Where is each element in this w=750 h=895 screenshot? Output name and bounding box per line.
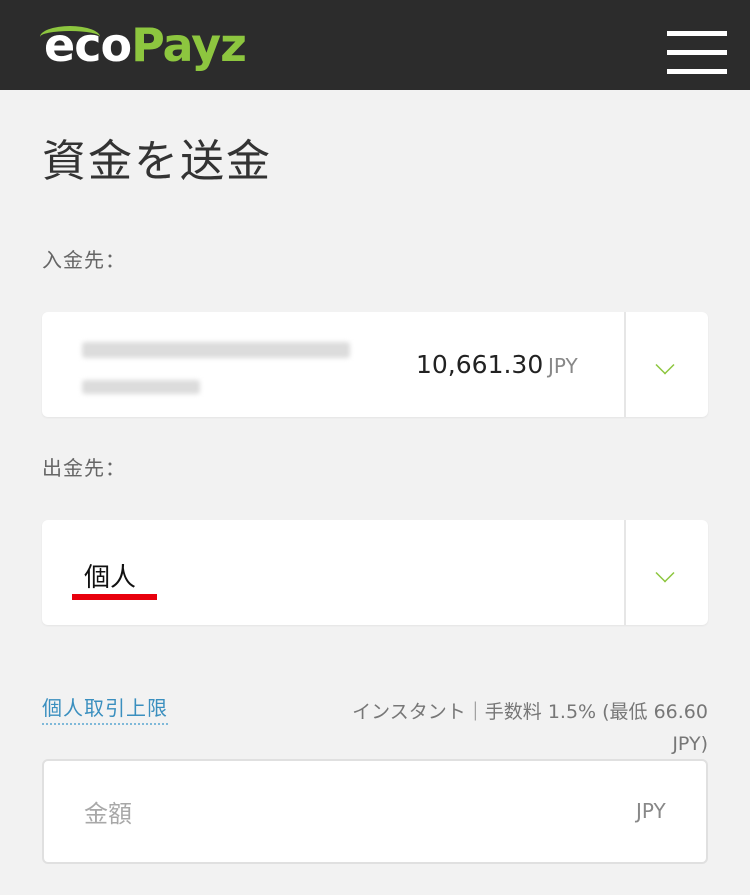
withdraw-from-label: 出金先： [42,456,126,480]
chevron-down-icon[interactable] [655,355,675,375]
redacted-account-id [82,380,200,394]
amount-currency: JPY [636,799,666,823]
amount-field[interactable]: JPY [42,759,708,864]
hamburger-menu-icon[interactable] [667,31,727,75]
menu-bar [667,31,727,36]
withdraw-from-select[interactable]: 個人 [42,520,708,625]
deposit-to-select[interactable]: 10,661.30 JPY [42,312,708,417]
ecopayz-logo[interactable]: ecoPayz [40,14,247,76]
select-divider [624,520,626,625]
redacted-account-name [82,342,350,358]
fee-info-line2: JPY) [672,733,708,755]
fee-info: インスタント｜手数料 1.5% (最低 66.60 JPY) [320,696,708,760]
app-header: ecoPayz [0,0,750,90]
personal-limit-link[interactable]: 個人取引上限 [42,692,168,725]
withdraw-from-value: 個人 [84,563,137,593]
menu-bar [667,69,727,74]
balance-currency: JPY [548,354,578,378]
logo-swoosh-icon [40,26,100,48]
select-divider [624,312,626,417]
highlight-underline [72,594,157,600]
amount-input[interactable] [84,797,584,831]
deposit-to-label: 入金先： [42,248,126,272]
chevron-down-icon[interactable] [655,563,675,583]
page-title: 資金を送金 [42,136,272,187]
fee-info-line1: インスタント｜手数料 1.5% (最低 66.60 [352,701,708,723]
menu-bar [667,50,727,55]
logo-payz-text: Payz [131,18,247,72]
account-balance: 10,661.30 [416,350,544,379]
